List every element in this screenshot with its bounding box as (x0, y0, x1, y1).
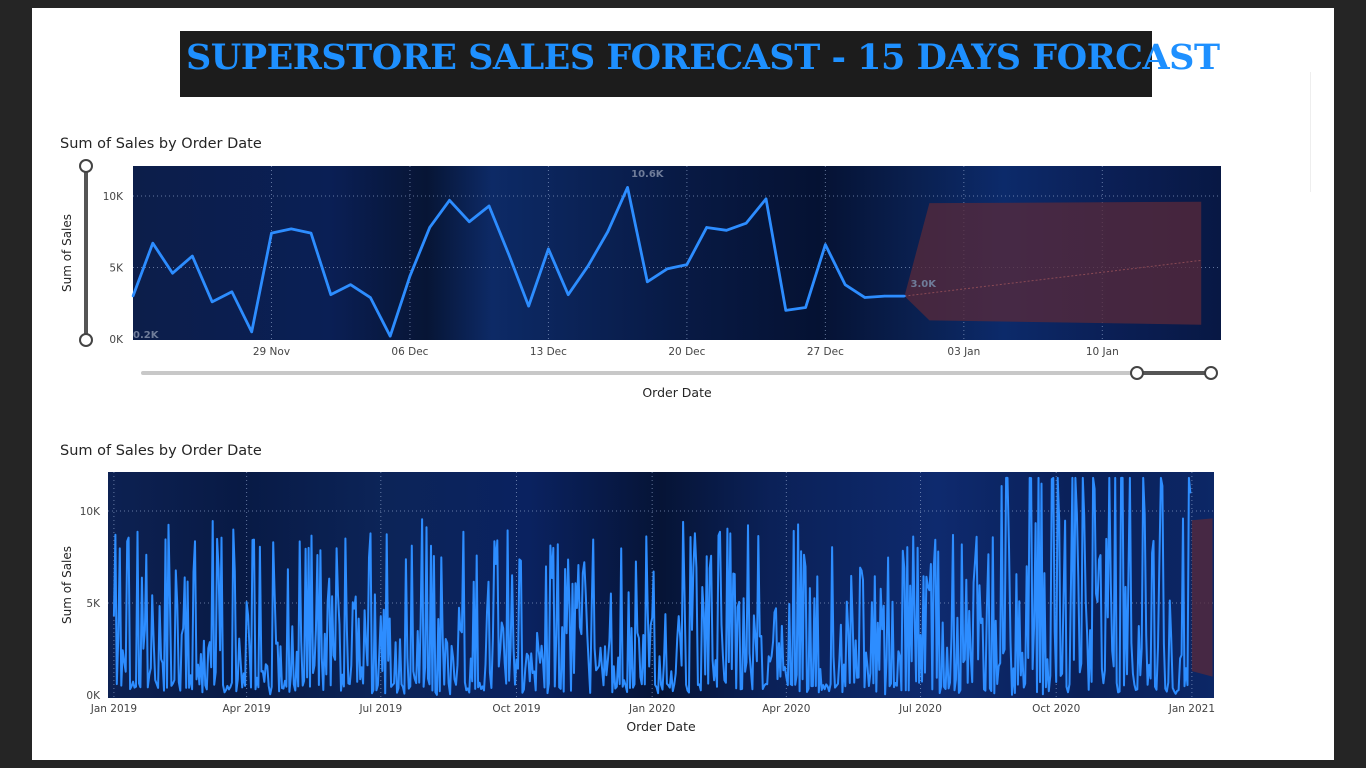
x-range-slider-handle-right[interactable] (1204, 366, 1218, 380)
top-x-tick-label: 13 Dec (530, 346, 567, 358)
top-data-point (210, 300, 214, 304)
bottom-y-axis-label: Sum of Sales (60, 546, 74, 624)
top-data-point (547, 247, 550, 251)
bottom-y-tick-label: 5K (86, 598, 101, 610)
bottom-x-tick-label: Oct 2019 (492, 703, 540, 715)
bottom-y-axis: 0K 5K 10K (80, 506, 101, 702)
charts-layer: 10.6K 0.2K 3.0K 29 Nov 06 Dec 13 Dec 20 Dec 27… (60, 159, 1221, 734)
bottom-x-tick-label: Jan 2020 (628, 703, 675, 715)
bottom-x-tick-label: Apr 2019 (223, 703, 271, 715)
top-data-point (468, 220, 471, 223)
top-data-label: 0.2K (133, 330, 160, 341)
top-forecast-interval (904, 201, 1202, 325)
bottom-x-tick-label: Jul 2019 (358, 703, 402, 715)
top-data-point (685, 263, 689, 266)
top-x-axis-label: Order Date (642, 385, 712, 400)
bottom-x-tick-label: Jan 2021 (1168, 703, 1215, 715)
bottom-forecast-interval (1191, 518, 1213, 677)
top-data-label: 3.0K (910, 279, 937, 290)
top-data-point (131, 294, 135, 298)
top-data-point (903, 294, 906, 298)
top-data-point (487, 204, 491, 208)
top-data-point (230, 290, 234, 294)
top-y-axis: 0K 5K 10K (103, 191, 124, 346)
bottom-x-tick-label: Oct 2020 (1032, 703, 1080, 715)
bottom-x-tick-label: Jul 2020 (898, 703, 942, 715)
top-data-point (369, 296, 372, 299)
top-data-point (586, 264, 590, 268)
top-data-point (309, 231, 313, 235)
top-data-point (408, 274, 412, 278)
top-x-tick-label: 03 Jan (947, 346, 980, 358)
bottom-x-tick-label: Apr 2020 (762, 703, 810, 715)
bottom-x-axis: Jan 2019 Apr 2019 Jul 2019 Oct 2019 Jan 2020… (90, 703, 1215, 715)
top-x-tick-label: 27 Dec (807, 346, 844, 358)
top-x-tick-label: 06 Dec (391, 346, 428, 358)
top-data-point (151, 241, 154, 245)
top-data-point (764, 197, 768, 201)
top-data-point (171, 272, 174, 275)
top-data-point (646, 280, 649, 283)
top-data-point (527, 304, 530, 308)
top-data-point (804, 306, 807, 309)
y-range-slider-handle-top[interactable] (79, 159, 93, 173)
top-data-point (428, 226, 431, 229)
top-data-point (191, 254, 194, 258)
bottom-forecast-band (1191, 518, 1213, 677)
top-y-axis-label: Sum of Sales (60, 214, 74, 292)
top-y-tick-label: 10K (103, 191, 124, 203)
bottom-y-tick-label: 10K (80, 506, 101, 518)
top-x-tick-label: 29 Nov (253, 346, 290, 358)
top-data-point (329, 293, 333, 296)
top-x-axis: 29 Nov 06 Dec 13 Dec 20 Dec 27 Dec 03 Jan 10 J… (253, 346, 1119, 358)
top-data-point (784, 309, 787, 312)
top-data-point (725, 229, 728, 232)
bottom-x-tick-label: Jan 2019 (90, 703, 137, 715)
top-forecast-band (904, 201, 1202, 325)
bottom-x-axis-label: Order Date (626, 719, 696, 734)
y-range-slider-handle-bottom[interactable] (79, 333, 93, 347)
top-data-point (448, 199, 451, 202)
top-x-tick-label: 10 Jan (1086, 346, 1119, 358)
top-data-point (606, 230, 609, 233)
top-data-point (388, 334, 392, 338)
bottom-y-tick-label: 0K (86, 690, 101, 702)
top-data-label: 10.6K (631, 169, 665, 180)
top-x-tick-label: 20 Dec (668, 346, 705, 358)
top-data-point (824, 243, 827, 246)
top-data-point (863, 296, 867, 299)
top-data-point (507, 253, 511, 256)
top-data-point (745, 221, 748, 225)
top-data-point (567, 293, 570, 296)
top-data-point (626, 186, 629, 189)
x-range-slider-handle-left[interactable] (1130, 366, 1144, 380)
top-data-point (705, 226, 708, 229)
top-data-point (665, 267, 669, 271)
top-data-point (349, 283, 352, 286)
top-data-point (290, 227, 293, 231)
top-data-point (883, 294, 886, 298)
top-y-tick-label: 0K (109, 334, 124, 346)
top-data-point (270, 231, 273, 235)
top-data-point (843, 283, 847, 286)
top-data-point (250, 330, 253, 334)
top-y-tick-label: 5K (109, 263, 124, 275)
